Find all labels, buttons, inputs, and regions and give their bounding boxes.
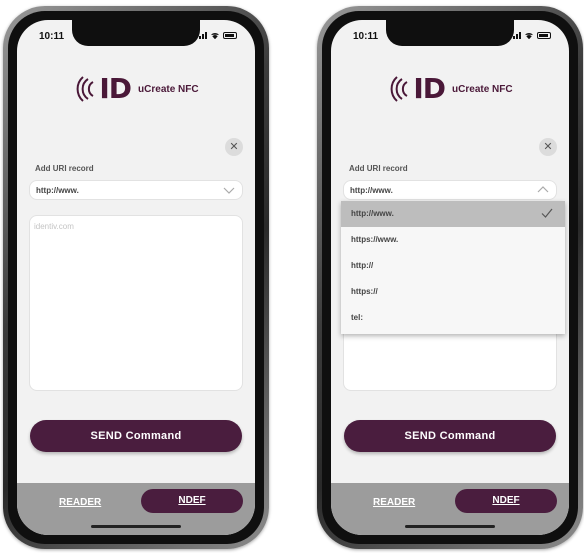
nfc-waves-icon (391, 76, 408, 102)
status-time: 10:11 (39, 31, 65, 42)
app-screen: 10:11 ID uCreate NFC ✕ Add URI record ht… (17, 20, 255, 535)
chevron-up-icon (537, 186, 549, 193)
battery-icon (537, 31, 551, 39)
signal-icon (199, 31, 207, 39)
dropdown-option-label: https:// (351, 287, 378, 296)
dropdown-option-https-www[interactable]: https://www. (341, 227, 565, 253)
close-icon: ✕ (229, 141, 239, 153)
app-logo: ID uCreate NFC (331, 72, 569, 105)
bottom-tab-bar: READER NDEF (17, 483, 255, 535)
dropdown-option-label: tel: (351, 313, 363, 322)
logo-text: uCreate NFC (452, 83, 513, 95)
phone-frame-right: 10:11 ID uCreate NFC ✕ Add URI record ht… (317, 6, 583, 549)
dropdown-option-label: http:// (351, 261, 374, 270)
close-button[interactable]: ✕ (225, 138, 243, 156)
uri-prefix-select[interactable]: http://www. (29, 180, 243, 200)
close-button[interactable]: ✕ (539, 138, 557, 156)
bottom-tab-bar: READER NDEF (331, 483, 569, 535)
home-indicator (91, 525, 181, 528)
phone-bezel: 10:11 ID uCreate NFC ✕ Add URI record ht… (322, 11, 578, 544)
logo-mark: ID (99, 72, 132, 105)
wifi-icon (211, 33, 219, 39)
chevron-down-icon (223, 187, 235, 194)
dropdown-option-label: https://www. (351, 235, 399, 244)
status-time: 10:11 (353, 31, 379, 42)
send-command-button[interactable]: SEND Command (344, 420, 556, 452)
status-icons (513, 31, 551, 39)
notch (72, 20, 200, 46)
checkmark-icon (541, 208, 553, 218)
phone-bezel: 10:11 ID uCreate NFC ✕ Add URI record ht… (8, 11, 264, 544)
phone-frame-left: 10:11 ID uCreate NFC ✕ Add URI record ht… (3, 6, 269, 549)
uri-prefix-select[interactable]: http://www. (343, 180, 557, 200)
uri-content-placeholder: identiv.com (34, 222, 74, 231)
uri-record-label: Add URI record (35, 164, 94, 173)
dropdown-option-http[interactable]: http:// (341, 253, 565, 279)
tab-ndef[interactable]: NDEF (455, 489, 557, 513)
uri-content-input[interactable]: identiv.com (29, 215, 243, 391)
selected-prefix: http://www. (350, 186, 393, 195)
logo-text: uCreate NFC (138, 83, 199, 95)
dropdown-option-http-www[interactable]: http://www. (341, 201, 565, 227)
app-screen: 10:11 ID uCreate NFC ✕ Add URI record ht… (331, 20, 569, 535)
signal-icon (513, 31, 521, 39)
tab-reader[interactable]: READER (373, 497, 415, 508)
close-icon: ✕ (543, 141, 553, 153)
nfc-waves-icon (77, 76, 94, 102)
dropdown-option-https[interactable]: https:// (341, 279, 565, 305)
prefix-dropdown-list: http://www. https://www. http:// https:/… (341, 201, 565, 334)
uri-record-label: Add URI record (349, 164, 408, 173)
selected-prefix: http://www. (36, 186, 79, 195)
status-icons (199, 31, 237, 39)
send-command-button[interactable]: SEND Command (30, 420, 242, 452)
logo-mark: ID (413, 72, 446, 105)
dropdown-option-tel[interactable]: tel: (341, 305, 565, 331)
notch (386, 20, 514, 46)
tab-ndef[interactable]: NDEF (141, 489, 243, 513)
tab-reader[interactable]: READER (59, 497, 101, 508)
dropdown-option-label: http://www. (351, 209, 394, 218)
app-logo: ID uCreate NFC (17, 72, 255, 105)
battery-icon (223, 31, 237, 39)
home-indicator (405, 525, 495, 528)
wifi-icon (525, 33, 533, 39)
